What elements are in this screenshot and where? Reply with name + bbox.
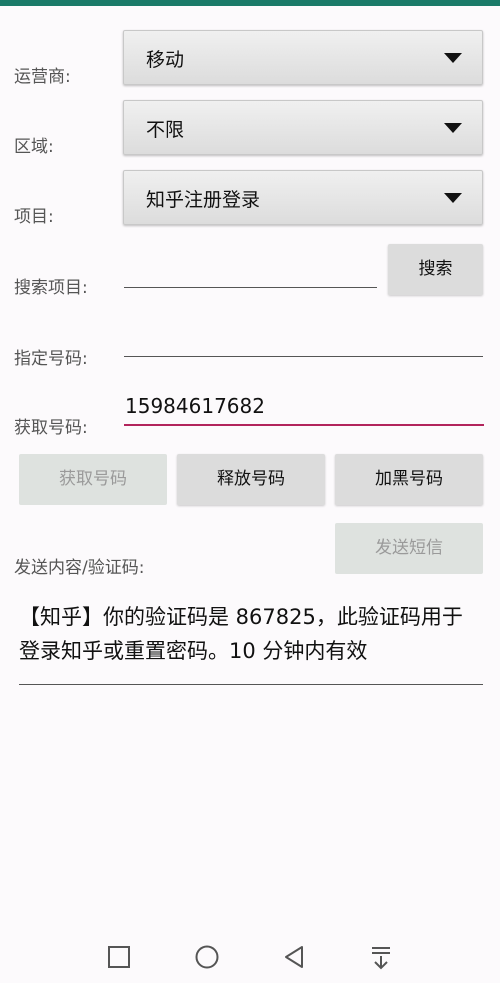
specified-number-input[interactable]: [124, 326, 483, 357]
circle-home-icon[interactable]: [194, 944, 220, 970]
notification-pull-icon[interactable]: [368, 944, 394, 970]
send-sms-button[interactable]: 发送短信: [335, 523, 483, 574]
get-number-button[interactable]: 获取号码: [19, 454, 167, 505]
status-bar-strip: [0, 0, 500, 6]
sms-content-label: 发送内容/验证码:: [14, 558, 145, 578]
fetched-number-label: 获取号码:: [14, 418, 88, 438]
triangle-back-icon[interactable]: [281, 944, 307, 970]
specified-number-label: 指定号码:: [14, 349, 88, 369]
region-value: 不限: [146, 119, 185, 141]
carrier-label: 运营商:: [14, 67, 71, 87]
search-button[interactable]: 搜索: [388, 244, 483, 295]
blacklist-number-button[interactable]: 加黑号码: [335, 454, 483, 505]
project-label: 项目:: [14, 207, 54, 227]
region-spinner[interactable]: 不限: [123, 100, 483, 155]
dropdown-arrow-icon: [444, 193, 462, 203]
region-label: 区域:: [14, 137, 54, 157]
system-nav-bar: [0, 930, 500, 983]
search-project-label: 搜索项目:: [14, 278, 88, 298]
project-spinner[interactable]: 知乎注册登录: [123, 170, 483, 225]
dropdown-arrow-icon: [444, 53, 462, 63]
carrier-value: 移动: [146, 49, 185, 71]
search-project-input[interactable]: [124, 257, 377, 288]
project-value: 知乎注册登录: [146, 189, 261, 211]
dropdown-arrow-icon: [444, 123, 462, 133]
release-number-button[interactable]: 释放号码: [177, 454, 325, 505]
fetched-number-input[interactable]: 15984617682: [124, 394, 484, 426]
sms-content-field[interactable]: 【知乎】你的验证码是 867825，此验证码用于登录知乎或重置密码。10 分钟内…: [19, 600, 483, 685]
square-icon[interactable]: [106, 944, 132, 970]
carrier-spinner[interactable]: 移动: [123, 30, 483, 85]
